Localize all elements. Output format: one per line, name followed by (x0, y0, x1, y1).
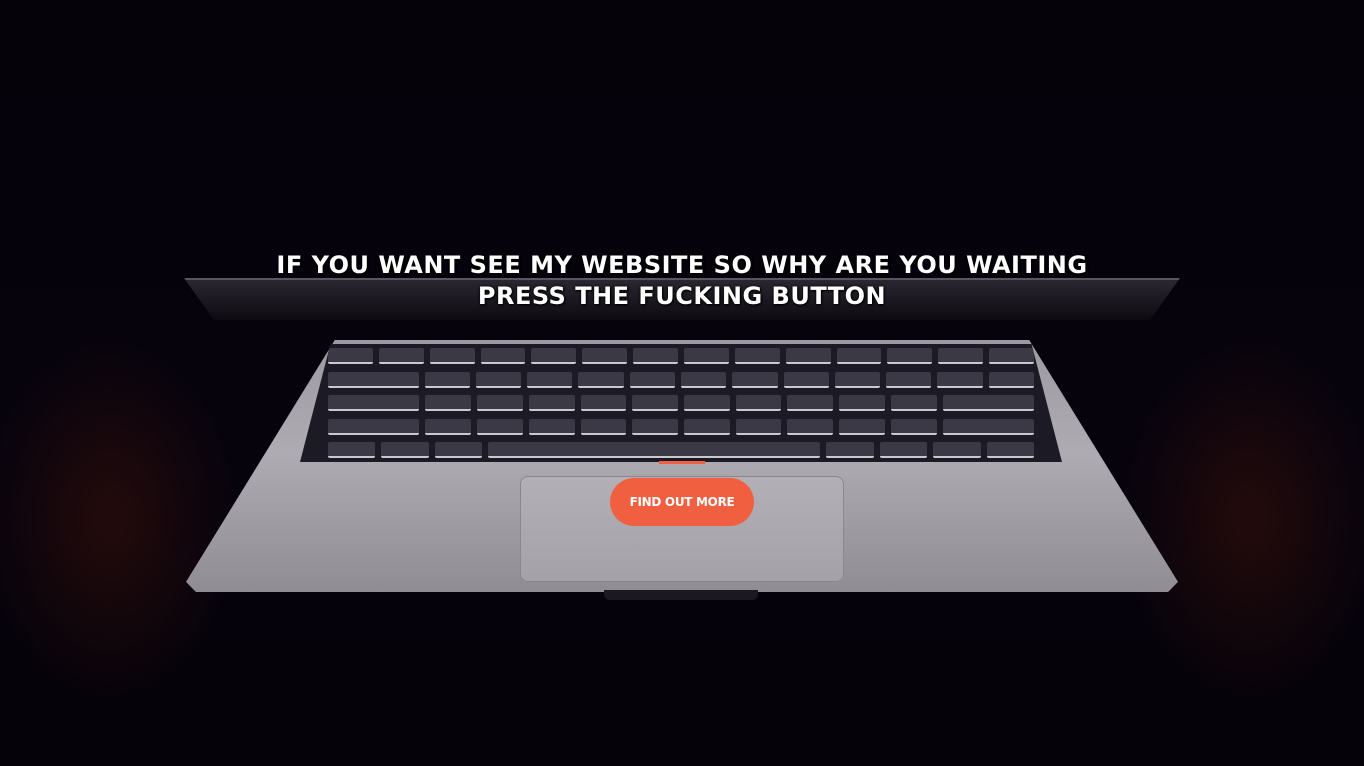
find-out-more-button[interactable]: FIND OUT MORE (610, 478, 754, 526)
hero-headline-line-1: IF YOU WANT SEE MY WEBSITE SO WHY ARE YO… (276, 251, 1088, 279)
hero-section: IF YOU WANT SEE MY WEBSITE SO WHY ARE YO… (0, 0, 1364, 766)
hero-headline-line-2: PRESS THE FUCKING BUTTON (477, 282, 887, 310)
hero-headline: IF YOU WANT SEE MY WEBSITE SO WHY ARE YO… (0, 250, 1364, 312)
accent-divider (659, 461, 705, 464)
laptop-keyboard (300, 344, 1062, 462)
laptop-front-notch (604, 590, 758, 600)
